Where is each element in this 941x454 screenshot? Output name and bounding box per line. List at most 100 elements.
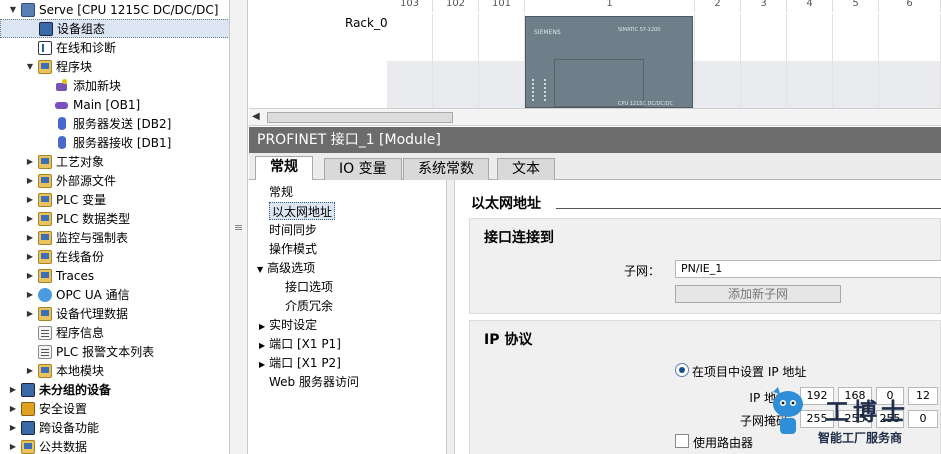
rack-slot[interactable] <box>695 14 741 108</box>
nav-item[interactable]: 以太网地址 <box>269 202 336 220</box>
tree-item[interactable]: ▼ 程序块 <box>0 57 229 76</box>
tree-item[interactable]: 设备组态 <box>0 19 229 38</box>
set-ip-radio[interactable] <box>675 363 689 377</box>
tree-item[interactable]: ▶ 本地模块 <box>0 361 229 380</box>
tree-item[interactable]: Main [OB1] <box>0 95 229 114</box>
properties-nav: 常规 以太网地址 时间同步 操作模式 ▼ 高级选项 接口选项 介质冗余 ▶ 实时设定 ▶ 端口 [X1… <box>249 180 447 454</box>
tree-item-label: 工艺对象 <box>56 155 105 169</box>
folder-icon <box>38 192 52 207</box>
expand-right-icon[interactable]: ▶ <box>25 290 35 300</box>
folder-icon <box>38 173 52 188</box>
nav-item-label: 常规 <box>269 185 294 199</box>
expand-right-icon[interactable]: ▶ <box>25 195 35 205</box>
device-icon <box>21 420 35 435</box>
expand-right-icon[interactable]: ▶ <box>8 385 18 395</box>
expand-right-icon[interactable]: ▶ <box>259 360 265 369</box>
tree-item[interactable]: ▶ Traces <box>0 266 229 285</box>
tree-item[interactable]: ▶ 设备代理数据 <box>0 304 229 323</box>
tree-item-label: OPC UA 通信 <box>56 288 130 302</box>
project-tree: ▼ Serve [CPU 1215C DC/DC/DC] 设备组态在线和诊断 ▼ 程序块… <box>0 0 230 454</box>
expand-right-icon[interactable]: ▶ <box>25 271 35 281</box>
folder-icon <box>38 59 52 74</box>
nav-item[interactable]: 接口选项 <box>285 278 333 296</box>
tree-item-label: 在线和诊断 <box>56 41 117 55</box>
scroll-left-icon[interactable]: ◀ <box>252 111 260 122</box>
rack-slot[interactable] <box>879 14 941 108</box>
expand-down-icon[interactable]: ▼ <box>257 265 263 274</box>
tree-item[interactable]: ▶ 公共数据 <box>0 437 229 454</box>
rack-slot[interactable] <box>741 14 787 108</box>
nav-item[interactable]: 常规 <box>269 183 293 201</box>
tab-general[interactable]: 常规 <box>255 156 313 181</box>
tab-texts[interactable]: 文本 <box>497 158 555 180</box>
tree-item[interactable]: ▼ Serve [CPU 1215C DC/DC/DC] <box>0 0 229 19</box>
tree-item[interactable]: ▶ 未分组的设备 <box>0 380 229 399</box>
nav-item[interactable]: 时间同步 <box>269 221 317 239</box>
scrollbar-thumb[interactable] <box>267 112 453 123</box>
expand-down-icon[interactable]: ▼ <box>8 5 18 15</box>
use-router-checkbox[interactable] <box>675 434 689 448</box>
expand-right-icon[interactable]: ▶ <box>25 366 35 376</box>
rack-slot[interactable] <box>787 14 833 108</box>
tree-item[interactable]: 添加新块 <box>0 76 229 95</box>
expand-right-icon[interactable]: ▶ <box>25 214 35 224</box>
nav-scrollbar[interactable] <box>447 180 455 454</box>
tree-item-label: 公共数据 <box>39 440 88 454</box>
nav-item[interactable]: Web 服务器访问 <box>269 373 359 391</box>
folder-icon <box>21 439 35 454</box>
folder-icon <box>38 363 52 378</box>
nav-item[interactable]: ▶ 实时设定 <box>259 316 317 334</box>
expand-right-icon[interactable]: ▶ <box>8 423 18 433</box>
expand-right-icon[interactable]: ▶ <box>25 252 35 262</box>
nav-item[interactable]: 操作模式 <box>269 240 317 258</box>
tree-item[interactable]: ▶ 外部源文件 <box>0 171 229 190</box>
expand-right-icon[interactable]: ▶ <box>25 309 35 319</box>
tree-item[interactable]: 服务器发送 [DB2] <box>0 114 229 133</box>
subnet-select[interactable]: PN/IE_1 <box>675 260 941 278</box>
expand-right-icon[interactable]: ▶ <box>259 322 265 331</box>
rack-slot[interactable] <box>833 14 879 108</box>
nav-item-label: 时间同步 <box>269 223 318 237</box>
use-router-label: 使用路由器 <box>693 436 754 450</box>
tree-item[interactable]: ▶ 在线备份 <box>0 247 229 266</box>
tree-splitter[interactable]: ≡ <box>230 0 248 454</box>
expand-right-icon[interactable]: ▶ <box>8 442 18 452</box>
nav-item-label: 介质冗余 <box>285 299 334 313</box>
expand-right-icon[interactable]: ▶ <box>25 233 35 243</box>
tree-item-label: 监控与强制表 <box>56 231 129 245</box>
tree-item[interactable]: 在线和诊断 <box>0 38 229 57</box>
nav-item[interactable]: ▶ 端口 [X1 P1] <box>259 335 341 353</box>
slot-header: 3 <box>741 0 787 12</box>
shield-icon <box>21 401 35 416</box>
expand-right-icon[interactable]: ▶ <box>25 157 35 167</box>
device-view-scrollbar[interactable]: ◀ <box>249 108 941 126</box>
nav-item[interactable]: 介质冗余 <box>285 297 333 315</box>
expand-right-icon[interactable]: ▶ <box>259 341 265 350</box>
tab-io-tags[interactable]: IO 变量 <box>324 158 402 180</box>
rack-slot[interactable] <box>433 14 479 108</box>
tree-item[interactable]: 服务器接收 [DB1] <box>0 133 229 152</box>
tree-item[interactable]: ▶ 跨设备功能 <box>0 418 229 437</box>
tree-item[interactable]: ▶ 工艺对象 <box>0 152 229 171</box>
interface-group: 接口连接到 子网： PN/IE_1 添加新子网 <box>469 218 941 314</box>
expand-down-icon[interactable]: ▼ <box>25 62 35 72</box>
expand-right-icon[interactable]: ▶ <box>25 176 35 186</box>
rack-slot[interactable] <box>479 14 525 108</box>
nav-item[interactable]: ▼ 高级选项 <box>257 259 315 277</box>
tree-item[interactable]: ▶ 安全设置 <box>0 399 229 418</box>
nav-item[interactable]: ▶ 端口 [X1 P2] <box>259 354 341 372</box>
folder-icon <box>38 306 52 321</box>
tab-system-constants[interactable]: 系统常数 <box>403 158 489 180</box>
tree-item-label: 未分组的设备 <box>39 383 112 397</box>
sheet-icon <box>38 344 52 359</box>
expand-right-icon[interactable]: ▶ <box>8 404 18 414</box>
add-subnet-button[interactable]: 添加新子网 <box>675 285 841 303</box>
tree-item[interactable]: ▶ PLC 数据类型 <box>0 209 229 228</box>
tree-item[interactable]: ▶ PLC 变量 <box>0 190 229 209</box>
tree-item[interactable]: ▶ 监控与强制表 <box>0 228 229 247</box>
rack-slot[interactable] <box>387 14 433 108</box>
cpu-module[interactable]: SIEMENS SIMATIC S7-1200 CPU 1215C DC/DC/… <box>525 16 693 108</box>
tree-item[interactable]: 程序信息 <box>0 323 229 342</box>
tree-item[interactable]: ▶ OPC UA 通信 <box>0 285 229 304</box>
tree-item[interactable]: PLC 报警文本列表 <box>0 342 229 361</box>
